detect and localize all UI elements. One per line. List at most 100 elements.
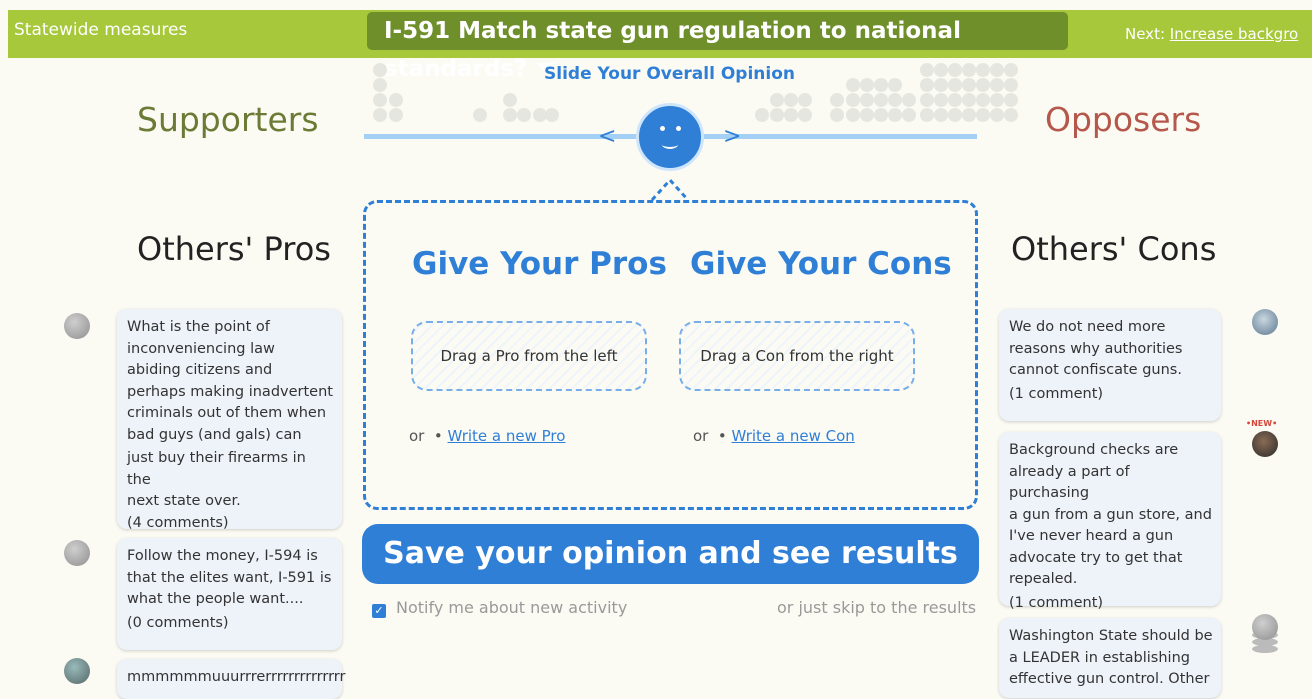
opinion-dot <box>920 63 934 77</box>
opinion-dot <box>920 78 934 92</box>
opinion-dot <box>962 63 976 77</box>
opinion-dot <box>976 63 990 77</box>
statewide-measures-link[interactable]: Statewide measures <box>14 20 187 40</box>
opinion-dot <box>798 108 812 122</box>
comment-count[interactable]: (1 comment) <box>1009 384 1213 406</box>
opinion-dot <box>770 108 784 122</box>
opinion-dot <box>976 93 990 107</box>
check-icon[interactable]: ✓ <box>372 604 386 618</box>
con-card[interactable]: Background checks are already a part of … <box>999 432 1221 611</box>
write-new-con-link[interactable]: Write a new Con <box>732 427 855 445</box>
or-label: or <box>409 427 425 445</box>
con-text: Background checks are already a part of … <box>1009 440 1213 591</box>
opinion-dot <box>846 108 860 122</box>
connector-icon <box>650 177 690 202</box>
opinion-dot <box>389 108 403 122</box>
opinion-dot <box>934 78 948 92</box>
notify-checkbox-row[interactable]: ✓ Notify me about new activity <box>372 598 627 618</box>
user-avatar[interactable] <box>64 313 90 339</box>
pro-line: that the elites want, I-591 is <box>127 569 332 586</box>
opinion-dot <box>373 78 387 92</box>
opinion-dot <box>976 78 990 92</box>
next-measure: Next: Increase backgro <box>1125 25 1298 43</box>
face-eye-icon <box>660 126 665 131</box>
opinion-dot <box>389 93 403 107</box>
opinion-slider-handle[interactable] <box>636 103 704 171</box>
comment-count[interactable]: (0 comments) <box>127 613 334 635</box>
next-measure-link[interactable]: Increase backgro <box>1170 25 1298 43</box>
con-line: a gun from a gun store, and <box>1009 506 1212 523</box>
opinion-dot <box>373 108 387 122</box>
opinion-dot <box>830 108 844 122</box>
opinion-dot <box>920 108 934 122</box>
user-avatar <box>1252 614 1278 640</box>
opinion-dot <box>976 108 990 122</box>
user-avatar[interactable] <box>64 540 90 566</box>
pro-line: abiding citizens and <box>127 362 273 378</box>
pro-line: What is the point of <box>127 319 270 335</box>
notify-label: Notify me about new activity <box>396 598 628 617</box>
pro-drop-zone[interactable]: Drag a Pro from the left <box>411 321 647 391</box>
opinion-dot <box>860 108 874 122</box>
others-cons-heading: Others' Cons <box>1011 230 1217 268</box>
pro-card[interactable]: What is the point of inconveniencing law… <box>117 309 342 531</box>
con-line: Background checks are <box>1009 442 1179 458</box>
supporters-heading: Supporters <box>137 100 319 139</box>
pro-line: mmmmmmuuurrrerrrrrrrrrrrrrr <box>127 669 346 685</box>
opinion-dot <box>920 93 934 107</box>
comment-count[interactable]: (4 comments) <box>127 515 229 531</box>
con-line: effective gun control. Other <box>1009 671 1210 687</box>
skip-to-results-link[interactable]: or just skip to the results <box>777 598 976 617</box>
con-line: advocate try to get that <box>1009 549 1183 566</box>
opinion-dot <box>888 78 902 92</box>
measure-title-dropdown[interactable]: I-591 Match state gun regulation to nati… <box>367 12 1068 82</box>
pro-text: What is the point of inconveniencing law… <box>127 317 334 446</box>
con-card[interactable]: Washington State should be a LEADER in e… <box>999 618 1221 698</box>
pro-card[interactable]: mmmmmmuuurrrerrrrrrrrrrrrrr <box>117 659 346 699</box>
user-avatar[interactable] <box>1252 309 1278 335</box>
user-avatar[interactable] <box>1252 431 1278 457</box>
con-card[interactable]: We do not need more reasons why authorit… <box>999 309 1221 421</box>
slider-label: Slide Your Overall Opinion <box>544 64 795 84</box>
pro-text: Follow the money, I-594 is that the elit… <box>127 546 334 611</box>
con-drop-zone[interactable]: Drag a Con from the right <box>679 321 915 391</box>
write-new-pro-link[interactable]: Write a new Pro <box>448 427 566 445</box>
new-badge: •NEW• <box>1246 419 1278 428</box>
opinion-dot <box>962 108 976 122</box>
opinion-dot <box>948 108 962 122</box>
comment-count[interactable]: (1 comment) <box>1009 593 1213 615</box>
opinion-dot <box>373 63 387 77</box>
opinion-dot <box>874 78 888 92</box>
pro-text: just buy their firearms in the next stat… <box>127 448 334 534</box>
bullet: • <box>433 427 443 445</box>
opinion-dot <box>503 108 517 122</box>
opinion-dot <box>874 93 888 107</box>
opinion-dot <box>860 78 874 92</box>
opinion-dot <box>948 63 962 77</box>
con-line: a LEADER in establishing <box>1009 649 1190 666</box>
con-line: cannot confiscate guns. <box>1009 362 1182 378</box>
opinion-dot <box>934 108 948 122</box>
opinion-dot <box>874 108 888 122</box>
others-pros-heading: Others' Pros <box>137 230 331 268</box>
pro-line: Follow the money, I-594 is <box>127 548 318 564</box>
opinion-dot <box>373 93 387 107</box>
write-pro-row: or • Write a new Pro <box>409 427 565 445</box>
opinion-dot <box>1004 108 1018 122</box>
pro-line: bad guys (and gals) can <box>127 426 302 443</box>
opinion-dot <box>846 93 860 107</box>
next-label: Next: <box>1125 25 1165 43</box>
write-con-row: or • Write a new Con <box>693 427 855 445</box>
pro-line: what the people want.... <box>127 591 304 607</box>
con-line: We do not need more <box>1009 319 1166 335</box>
opposers-heading: Opposers <box>1045 100 1202 139</box>
opinion-dot <box>755 108 769 122</box>
save-opinion-button[interactable]: Save your opinion and see results <box>362 524 979 584</box>
opinion-dot <box>888 93 902 107</box>
face-smile-icon <box>662 140 678 149</box>
user-avatar[interactable] <box>64 658 90 684</box>
con-line: reasons why authorities <box>1009 340 1183 357</box>
pro-card[interactable]: Follow the money, I-594 is that the elit… <box>117 538 342 650</box>
opinion-dot <box>934 63 948 77</box>
or-label: or <box>693 427 709 445</box>
